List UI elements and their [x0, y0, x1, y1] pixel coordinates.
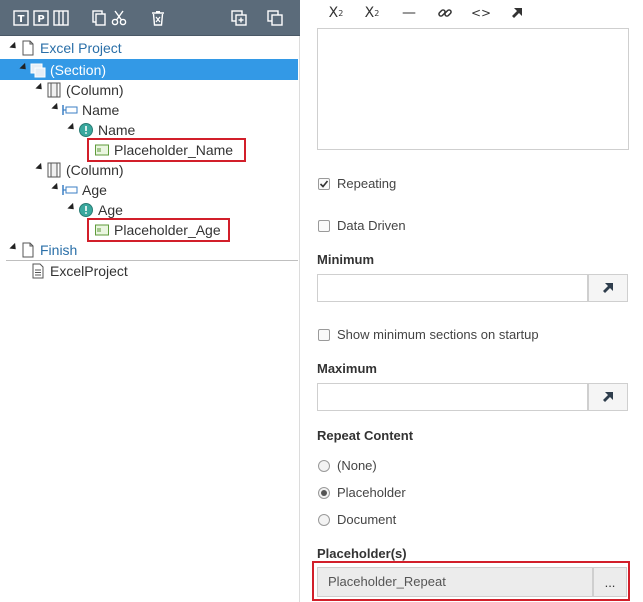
column-icon	[46, 162, 62, 178]
placeholders-label: Placeholder(s)	[317, 546, 407, 561]
radio-selected-dot	[321, 490, 327, 496]
superscript-icon: X	[364, 5, 375, 21]
svg-text:P: P	[37, 14, 44, 25]
horizontal-line-icon: —	[402, 5, 416, 21]
repeating-label: Repeating	[337, 176, 397, 191]
column-icon	[46, 82, 62, 98]
placeholder-icon	[94, 142, 110, 158]
field-group-icon	[62, 182, 78, 198]
tree-node-age-question[interactable]: Age	[78, 200, 123, 220]
insert-field-button[interactable]	[504, 3, 530, 23]
maximum-label: Maximum	[317, 361, 377, 376]
tree-label: Placeholder_Name	[114, 142, 234, 158]
repeat-content-label: Repeat Content	[317, 428, 414, 443]
tree-label: Finish	[40, 242, 78, 258]
tree-label: Excel Project	[40, 40, 122, 56]
cut-icon[interactable]	[108, 7, 130, 29]
show-minimum-label: Show minimum sections on startup	[337, 327, 539, 342]
placeholders-field[interactable]: Placeholder_Repeat	[317, 567, 593, 597]
tree-node-placeholder-age[interactable]: Placeholder_Age	[94, 220, 221, 240]
link-icon	[438, 9, 452, 17]
data-driven-checkbox[interactable]	[318, 220, 330, 232]
subscript-icon: X	[328, 5, 339, 21]
repeating-checkbox[interactable]	[318, 178, 330, 190]
expand-triangle-icon[interactable]	[51, 102, 61, 113]
maximum-picker-button[interactable]	[588, 383, 628, 411]
checkmark-icon	[319, 180, 329, 188]
tree-node-excelproject-document[interactable]: ExcelProject	[30, 261, 128, 281]
repeat-document-radio[interactable]	[318, 514, 330, 526]
code-icon: <>	[470, 6, 492, 20]
columns-icon[interactable]	[50, 7, 72, 29]
expand-triangle-icon[interactable]	[35, 162, 45, 173]
subscript-button[interactable]: X2	[323, 3, 349, 23]
arrow-up-right-icon	[603, 283, 613, 293]
minimum-label: Minimum	[317, 252, 375, 267]
tree-node-name-question[interactable]: Name	[78, 120, 135, 140]
tree-node-age-group[interactable]: Age	[62, 180, 107, 200]
placeholders-browse-button[interactable]: ...	[593, 567, 627, 597]
tree-label: Name	[98, 122, 136, 138]
tree-node-column[interactable]: (Column)	[46, 160, 124, 180]
repeat-none-radio[interactable]	[318, 460, 330, 472]
tree-label: Placeholder_Age	[114, 222, 221, 238]
maximum-input[interactable]	[317, 383, 588, 411]
section-icon	[30, 62, 46, 78]
repeat-option-label: Placeholder	[337, 485, 406, 500]
delete-icon[interactable]	[147, 7, 169, 29]
minimum-picker-button[interactable]	[588, 274, 628, 302]
question-icon	[78, 122, 94, 138]
superscript-button[interactable]: X2	[359, 3, 385, 23]
duplicate-icon[interactable]	[264, 7, 286, 29]
repeat-placeholder-radio[interactable]	[318, 487, 330, 499]
expand-triangle-icon[interactable]	[67, 202, 77, 213]
editor-toolbar: X2 X2 — <>	[317, 0, 629, 26]
data-driven-label: Data Driven	[337, 218, 406, 233]
tree-node-section[interactable]: (Section)	[30, 60, 106, 80]
horizontal-line-button[interactable]: —	[396, 3, 422, 23]
paragraph-icon[interactable]: P	[30, 7, 52, 29]
subscript-mark: 2	[338, 8, 344, 18]
link-button[interactable]	[432, 3, 458, 23]
tree-node-placeholder-name[interactable]: Placeholder_Name	[94, 140, 233, 160]
tree-label: (Column)	[66, 82, 124, 98]
arrow-up-right-icon	[603, 392, 613, 402]
tree-label: (Section)	[50, 62, 107, 78]
repeat-option-label: (None)	[337, 458, 377, 473]
copy-icon[interactable]	[88, 7, 110, 29]
document-icon	[20, 242, 36, 258]
tree-node-finish[interactable]: Finish	[20, 240, 77, 260]
show-minimum-checkbox[interactable]	[318, 329, 330, 341]
tree-label: ExcelProject	[50, 263, 128, 279]
tree-label: Age	[82, 182, 107, 198]
placeholder-icon	[94, 222, 110, 238]
add-section-icon[interactable]	[228, 7, 250, 29]
left-toolbar: T P	[0, 0, 300, 36]
rich-text-editor[interactable]	[317, 28, 629, 150]
document-icon	[20, 40, 36, 56]
expand-triangle-icon[interactable]	[9, 41, 19, 52]
minimum-input[interactable]	[317, 274, 588, 302]
arrow-up-right-icon	[512, 8, 522, 18]
expand-triangle-icon[interactable]	[35, 82, 45, 93]
tree-label: (Column)	[66, 162, 124, 178]
tree-node-excel-project[interactable]: Excel Project	[20, 38, 122, 58]
tree-node-name-group[interactable]: Name	[62, 100, 119, 120]
expand-triangle-icon[interactable]	[67, 122, 77, 133]
left-pane: T P Excel Project (Section) (Column) Nam…	[0, 0, 300, 602]
tree-node-column[interactable]: (Column)	[46, 80, 124, 100]
text-field-icon[interactable]: T	[10, 7, 32, 29]
repeat-option-label: Document	[337, 512, 397, 527]
superscript-mark: 2	[374, 8, 380, 18]
expand-triangle-icon[interactable]	[51, 182, 61, 193]
field-group-icon	[62, 102, 78, 118]
tree-label: Name	[82, 102, 120, 118]
source-code-button[interactable]: <>	[468, 3, 494, 23]
question-icon	[78, 202, 94, 218]
tree-label: Age	[98, 202, 123, 218]
svg-text:T: T	[18, 14, 25, 25]
text-document-icon	[30, 263, 46, 279]
expand-triangle-icon[interactable]	[9, 242, 19, 253]
